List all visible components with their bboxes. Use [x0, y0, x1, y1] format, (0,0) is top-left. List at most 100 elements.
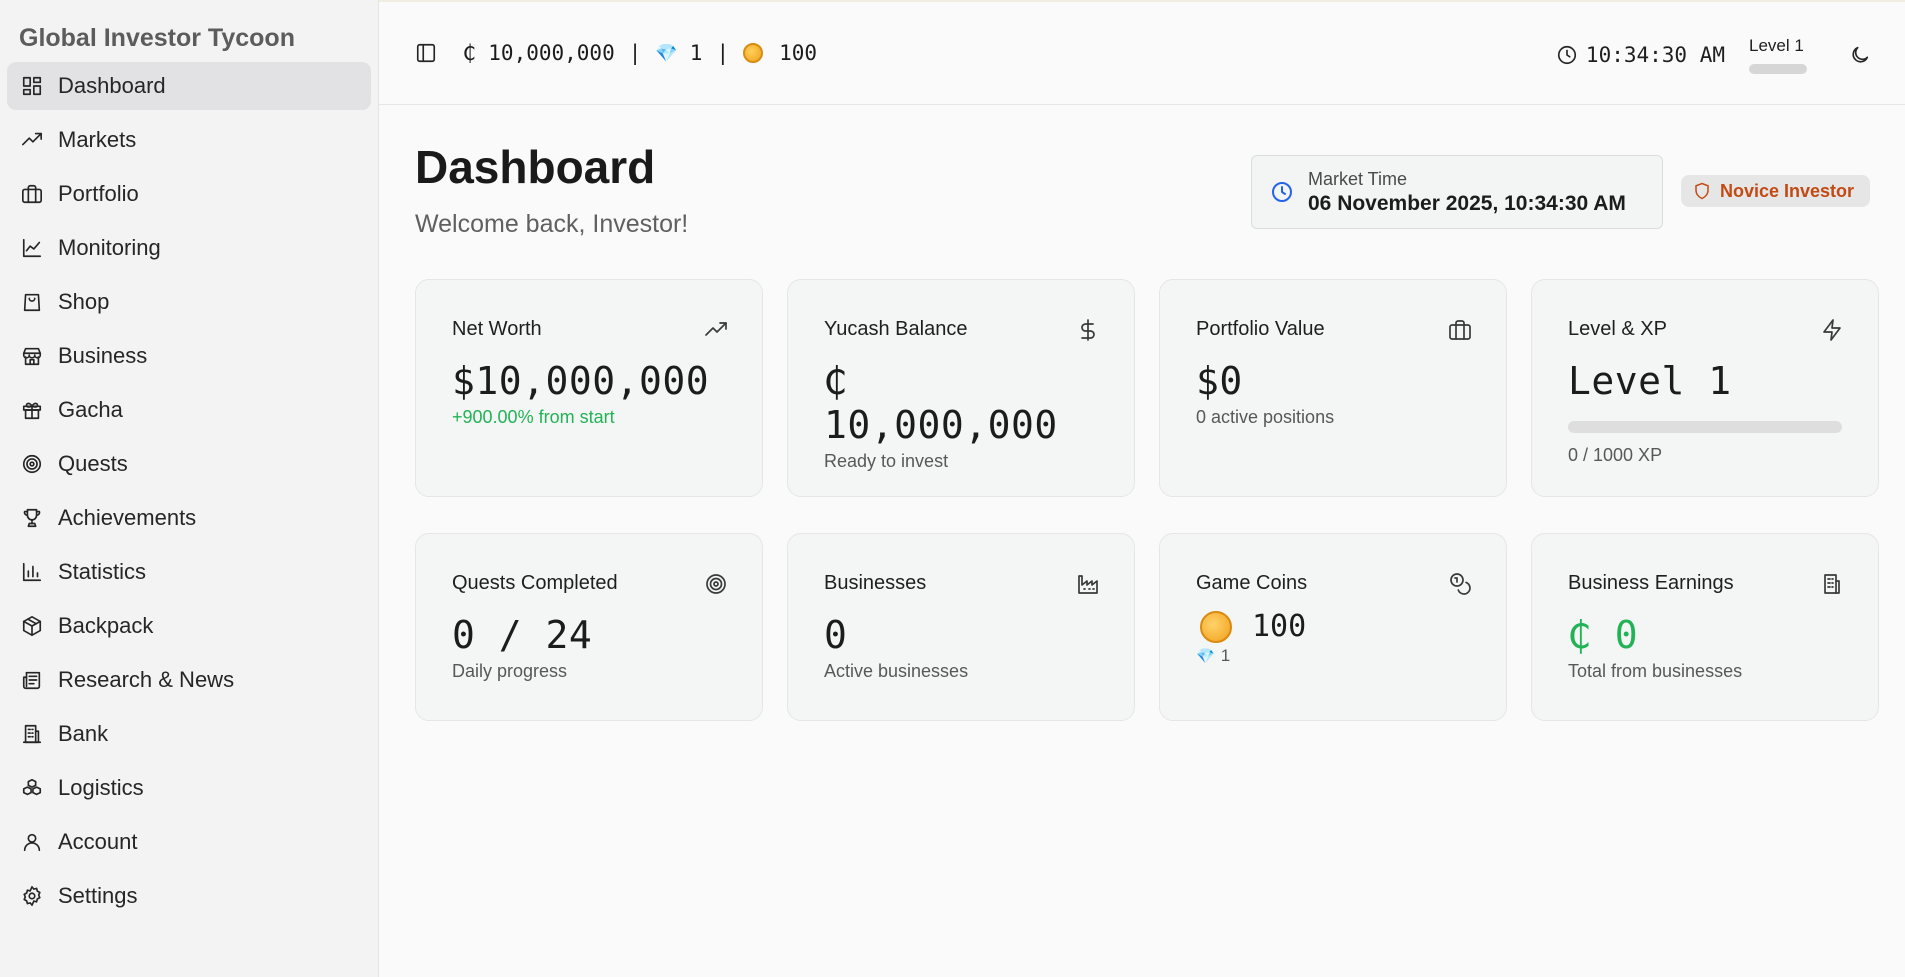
card-title: Yucash Balance [824, 318, 968, 340]
user-icon [20, 830, 44, 854]
page-subtitle: Welcome back, Investor! [415, 210, 689, 238]
game-coins-card: Game Coins 100 💎 1 [1159, 533, 1507, 721]
card-title: Level & XP [1568, 318, 1667, 340]
sidebar-item-statistics[interactable]: Statistics [7, 548, 371, 596]
card-subtitle: Total from businesses [1568, 661, 1743, 681]
sidebar-item-label: Account [58, 829, 138, 854]
sidebar-item-markets[interactable]: Markets [7, 116, 371, 164]
sidebar-item-logistics[interactable]: Logistics [7, 764, 371, 812]
separator: | [716, 41, 730, 65]
sidebar-item-backpack[interactable]: Backpack [7, 602, 371, 650]
sidebar-nav: Dashboard Markets Portfolio Monitoring S… [7, 62, 371, 920]
package-icon [20, 614, 44, 638]
card-value: $10,000,000 [452, 359, 710, 403]
app-title: Global Investor Tycoon [19, 24, 295, 52]
card-subtitle: Active businesses [824, 661, 969, 681]
sidebar-item-label: Quests [58, 451, 128, 476]
bar-chart-icon [20, 560, 44, 584]
card-title: Game Coins [1196, 572, 1308, 594]
gem-count: 1 [1220, 646, 1231, 665]
card-value: $0 [1196, 359, 1243, 403]
dashboard-icon [20, 74, 44, 98]
line-chart-icon [20, 236, 44, 260]
market-time-panel: Market Time 06 November 2025, 10:34:30 A… [1251, 155, 1663, 229]
clock-time: 10:34:30 AM [1585, 42, 1725, 67]
factory-icon [1076, 572, 1100, 596]
level-progress-bar [1749, 63, 1807, 74]
panel-left-icon [416, 43, 436, 63]
coin-icon [743, 43, 764, 63]
yucash-balance-card: Yucash Balance ₵ 10,000,000 Ready to inv… [787, 279, 1135, 497]
sidebar-item-account[interactable]: Account [7, 818, 371, 866]
sidebar-item-quests[interactable]: Quests [7, 440, 371, 488]
portfolio-value-card: Portfolio Value $0 0 active positions [1159, 279, 1507, 497]
sidebar-item-label: Business [58, 343, 148, 368]
store-icon [20, 344, 44, 368]
card-value: ₵ 10,000,000 [824, 359, 1058, 447]
sidebar-item-label: Logistics [58, 775, 144, 800]
moon-icon[interactable] [1849, 44, 1871, 66]
sidebar-item-label: Statistics [58, 559, 147, 584]
gem-icon: 💎 [1196, 648, 1215, 665]
coin-balance-row: 100 [1196, 609, 1470, 644]
card-value: 0 / 24 [452, 613, 593, 657]
stats-row-2: Quests Completed 0 / 24 Daily progress B… [415, 533, 1879, 721]
card-title: Net Worth [452, 318, 542, 340]
newspaper-icon [20, 668, 44, 692]
top-bar: ₵ 10,000,000 | 💎 1 | 100 10:34:30 AM Lev… [379, 0, 1905, 105]
topbar-right: 10:34:30 AM Level 1 [1556, 2, 1871, 107]
level-label: Level 1 [1749, 35, 1804, 55]
sidebar-item-settings[interactable]: Settings [7, 872, 371, 920]
sidebar-toggle-button[interactable] [413, 40, 439, 66]
sidebar-item-achievements[interactable]: Achievements [7, 494, 371, 542]
card-subtitle: 0 active positions [1196, 407, 1335, 427]
gem-balance-row: 💎 1 [1196, 646, 1470, 666]
sidebar-item-portfolio[interactable]: Portfolio [7, 170, 371, 218]
net-worth-card: Net Worth $10,000,000 +900.00% from star… [415, 279, 763, 497]
card-value: 100 [1252, 609, 1307, 644]
card-subtitle: Ready to invest [824, 451, 949, 471]
page-title: Dashboard [415, 141, 656, 193]
shield-icon [1695, 182, 1709, 200]
sidebar-item-gacha[interactable]: Gacha [7, 386, 371, 434]
target-icon [704, 572, 728, 596]
sidebar-item-business[interactable]: Business [7, 332, 371, 380]
card-title: Businesses [824, 572, 927, 594]
card-subtitle: Daily progress [452, 661, 568, 681]
sidebar-item-label: Achievements [58, 505, 197, 530]
yucash-balance: ₵ 10,000,000 [463, 41, 615, 65]
coins-icon [1448, 572, 1472, 596]
sidebar: Global Investor Tycoon Dashboard Markets… [0, 0, 379, 977]
card-value: 0 [824, 613, 848, 657]
card-title: Portfolio Value [1196, 318, 1325, 340]
briefcase-icon [20, 182, 44, 206]
sidebar-item-bank[interactable]: Bank [7, 710, 371, 758]
briefcase-icon [1448, 318, 1472, 342]
xp-progress-bar [1568, 421, 1842, 433]
sidebar-item-label: Shop [58, 289, 110, 314]
building-icon [20, 722, 44, 746]
stats-row-1: Net Worth $10,000,000 +900.00% from star… [415, 279, 1879, 497]
boxes-icon [20, 776, 44, 800]
level-xp-card: Level & XP Level 1 0 / 1000 XP [1531, 279, 1879, 497]
sidebar-item-shop[interactable]: Shop [7, 278, 371, 326]
sidebar-item-monitoring[interactable]: Monitoring [7, 224, 371, 272]
currency-strip: ₵ 10,000,000 | 💎 1 | 100 [463, 41, 817, 65]
trending-up-icon [704, 318, 728, 342]
sidebar-item-research-news[interactable]: Research & News [7, 656, 371, 704]
separator: | [628, 41, 642, 65]
sidebar-item-label: Backpack [58, 613, 154, 638]
target-icon [20, 452, 44, 476]
gear-icon [20, 884, 44, 908]
trophy-icon [20, 506, 44, 530]
gift-icon [20, 398, 44, 422]
dollar-icon [1076, 318, 1100, 342]
building-icon [1820, 572, 1844, 596]
card-subtitle: +900.00% from start [452, 407, 615, 427]
sidebar-item-dashboard[interactable]: Dashboard [7, 62, 371, 110]
rank-label: Novice Investor [1720, 180, 1855, 201]
sidebar-item-label: Research & News [58, 667, 235, 692]
sidebar-item-label: Bank [58, 721, 109, 746]
gem-count: 1 [689, 41, 703, 65]
rank-badge: Novice Investor [1681, 175, 1871, 207]
